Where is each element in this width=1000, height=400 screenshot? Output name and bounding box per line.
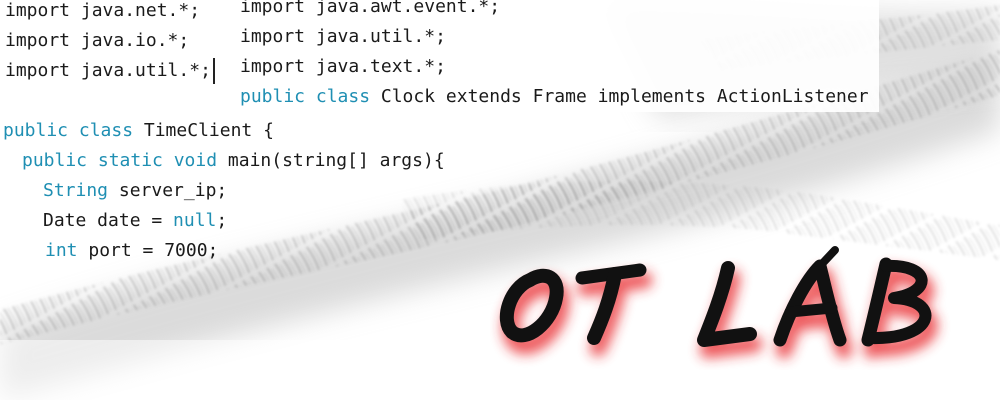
code-text: Date date = <box>43 210 174 231</box>
code-text: main(string[] args){ <box>217 150 445 171</box>
code-line: import java.awt.event.*; <box>240 0 879 22</box>
keyword: String <box>43 180 109 201</box>
code-line: public static void main(string[] args){ <box>3 146 445 176</box>
code-line: import java.io.*; <box>5 30 190 51</box>
left-imports-block: import java.net.*; import java.io.*; imp… <box>5 0 215 86</box>
keyword: public class <box>240 86 371 107</box>
code-text: Clock extends Frame implements ActionLis… <box>370 86 869 107</box>
keyword: int <box>45 240 78 261</box>
code-line: public class Clock extends Frame impleme… <box>240 82 879 112</box>
code-text: port = 7000; <box>77 240 219 261</box>
code-line: Date date = null; <box>3 206 445 236</box>
keyword: null <box>173 210 217 231</box>
code-text: ; <box>216 210 228 231</box>
code-line: String server_ip; <box>3 176 445 206</box>
code-line: int port = 7000; <box>3 236 445 266</box>
text-cursor <box>212 58 215 84</box>
keyword: public static void <box>22 150 218 171</box>
code-line: import java.text.*; <box>240 52 879 82</box>
ot-lab-logo <box>499 246 938 359</box>
timeclient-code-block: public class TimeClient { public static … <box>3 116 445 266</box>
keyword: public class <box>3 120 134 141</box>
code-line: import java.util.*; <box>5 56 215 86</box>
code-line: public class TimeClient { <box>3 116 445 146</box>
right-imports-block: import java.awt.event.*; import java.uti… <box>240 0 879 112</box>
code-text: server_ip; <box>108 180 228 201</box>
code-line: import java.net.*; <box>5 0 201 21</box>
code-text: import java.util.*; <box>5 60 211 81</box>
code-text: TimeClient { <box>133 120 274 141</box>
code-line: import java.util.*; <box>240 22 879 52</box>
